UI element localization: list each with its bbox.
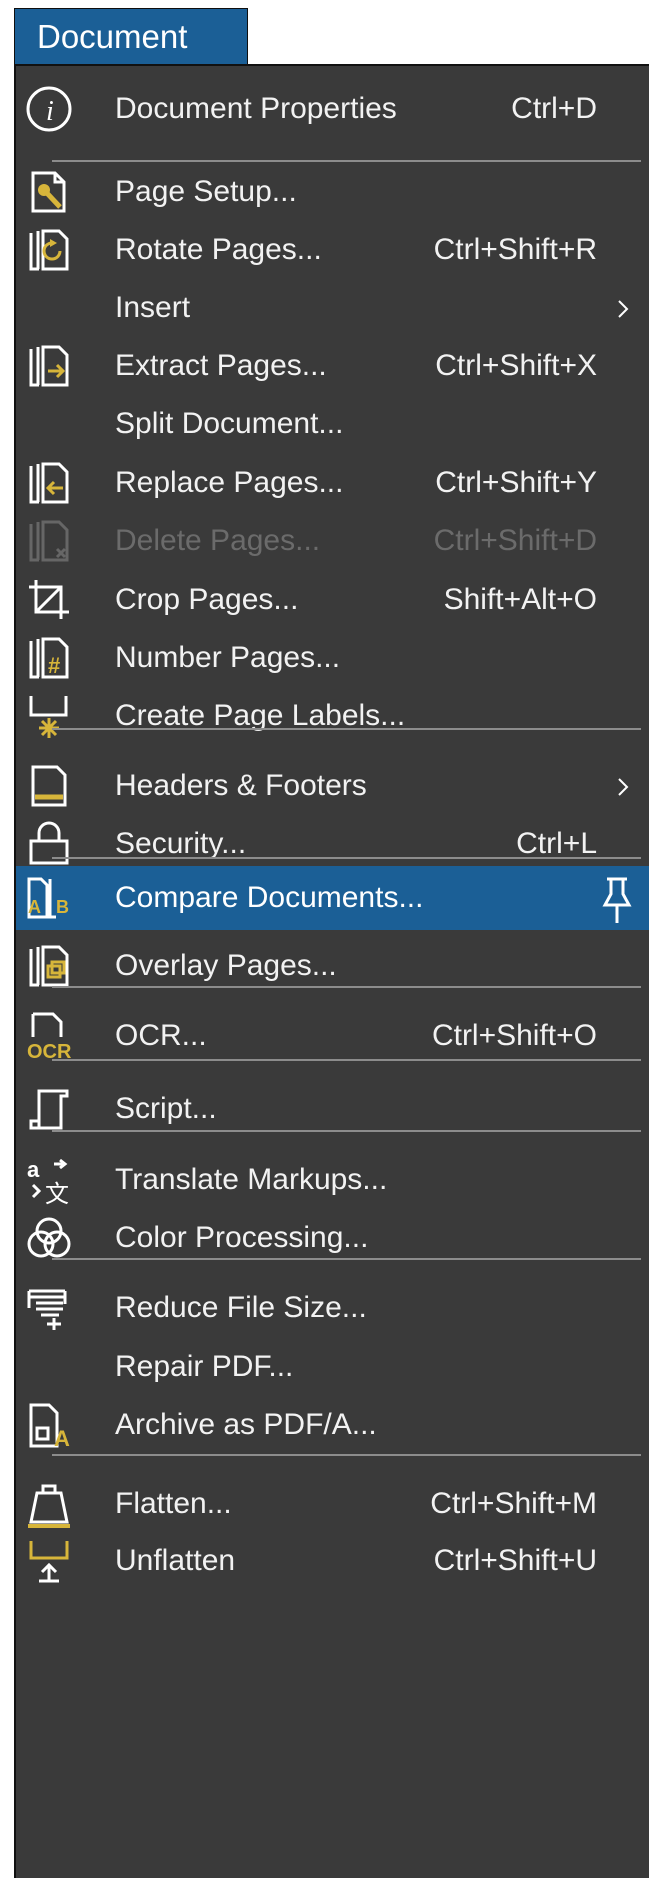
menu-item-create-page-labels[interactable]: Create Page Labels... xyxy=(16,681,649,751)
flatten-icon xyxy=(21,1476,77,1532)
menu-item-label: Rotate Pages... xyxy=(115,233,322,266)
menu-item-archive-as-pdfa[interactable]: A Archive as PDF/A... xyxy=(16,1390,649,1460)
svg-text:A: A xyxy=(54,1426,70,1451)
menu-item-shortcut: Ctrl+Shift+R xyxy=(433,233,597,266)
menu-separator xyxy=(52,1130,641,1132)
svg-text:B: B xyxy=(56,897,69,917)
menu-item-shortcut: Ctrl+Shift+X xyxy=(435,349,597,382)
replace-pages-icon xyxy=(21,455,77,511)
rotate-pages-icon xyxy=(21,222,77,278)
delete-pages-icon xyxy=(21,513,77,569)
ocr-icon: OCR xyxy=(21,1008,77,1064)
menu-item-shortcut: Ctrl+Shift+M xyxy=(430,1487,597,1520)
menu-item-label: Insert xyxy=(115,291,191,324)
menu-item-label: Color Processing... xyxy=(115,1221,369,1254)
menu-item-label: Flatten... xyxy=(115,1487,232,1520)
menu-item-script[interactable]: Script... xyxy=(16,1074,649,1144)
svg-text:#: # xyxy=(48,653,60,678)
chevron-right-icon xyxy=(611,775,635,799)
menu-item-label: Overlay Pages... xyxy=(115,949,337,982)
document-menu: i Document Properties Ctrl+D Page Setup.… xyxy=(14,64,649,1878)
menu-item-label: OCR... xyxy=(115,1019,207,1052)
lock-icon xyxy=(21,816,77,872)
menu-item-color-processing[interactable]: Color Processing... xyxy=(16,1203,649,1273)
menu-item-shortcut: Ctrl+D xyxy=(511,92,597,125)
menu-item-label: Reduce File Size... xyxy=(115,1291,367,1324)
menu-item-shortcut: Ctrl+Shift+D xyxy=(433,524,597,557)
svg-text:a: a xyxy=(27,1157,40,1182)
menu-item-label: Split Document... xyxy=(115,407,344,440)
svg-text:A: A xyxy=(28,897,41,917)
menu-item-overlay-pages[interactable]: Overlay Pages... xyxy=(16,931,649,1001)
menu-item-shortcut: Ctrl+Shift+Y xyxy=(435,466,597,499)
menu-item-label: Repair PDF... xyxy=(115,1350,294,1383)
menu-separator xyxy=(52,1059,641,1061)
reduce-file-size-icon xyxy=(21,1280,77,1336)
info-icon: i xyxy=(21,81,77,137)
page-setup-icon xyxy=(21,164,77,220)
menu-item-label: Script... xyxy=(115,1092,217,1125)
number-pages-icon: # xyxy=(21,630,77,686)
menu-item-label: Extract Pages... xyxy=(115,349,327,382)
unflatten-icon xyxy=(21,1533,77,1589)
menu-item-label: Unflatten xyxy=(115,1544,236,1577)
headers-footers-icon xyxy=(21,758,77,814)
document-menu-tab[interactable]: Document xyxy=(14,8,248,64)
menu-item-label: Number Pages... xyxy=(115,641,341,674)
menu-item-label: Translate Markups... xyxy=(115,1163,388,1196)
menu-separator xyxy=(52,986,641,988)
crop-icon xyxy=(21,572,77,628)
menu-item-shortcut: Ctrl+Shift+U xyxy=(433,1544,597,1577)
menu-item-document-properties[interactable]: i Document Properties Ctrl+D xyxy=(16,74,649,144)
menu-item-label: Crop Pages... xyxy=(115,583,299,616)
menu-item-label: Archive as PDF/A... xyxy=(115,1408,377,1441)
menu-separator xyxy=(52,1258,641,1260)
compare-documents-icon: AB xyxy=(21,870,77,926)
archive-pdfa-icon: A xyxy=(21,1397,77,1453)
menu-item-compare-documents[interactable]: AB Compare Documents... xyxy=(16,866,649,930)
menu-item-shortcut: Ctrl+Shift+O xyxy=(431,1019,597,1052)
menu-separator xyxy=(52,1454,641,1456)
menu-item-unflatten[interactable]: Unflatten Ctrl+Shift+U xyxy=(16,1526,649,1596)
script-icon xyxy=(21,1081,77,1137)
menu-item-label: Replace Pages... xyxy=(115,466,344,499)
menu-item-label: Page Setup... xyxy=(115,175,297,208)
menu-item-shortcut: Shift+Alt+O xyxy=(443,583,597,616)
translate-icon: a文 xyxy=(21,1152,77,1208)
menu-item-label: Document Properties xyxy=(115,92,397,125)
menu-item-label: Headers & Footers xyxy=(115,769,367,802)
chevron-right-icon xyxy=(611,297,635,321)
svg-text:i: i xyxy=(46,96,54,127)
pin-icon[interactable] xyxy=(597,874,637,926)
menu-separator xyxy=(52,728,641,730)
page-labels-icon xyxy=(21,688,77,744)
menu-item-label: Compare Documents... xyxy=(115,881,424,914)
menu-item-label: Delete Pages... xyxy=(115,524,321,557)
extract-pages-icon xyxy=(21,338,77,394)
menu-separator xyxy=(52,857,641,859)
